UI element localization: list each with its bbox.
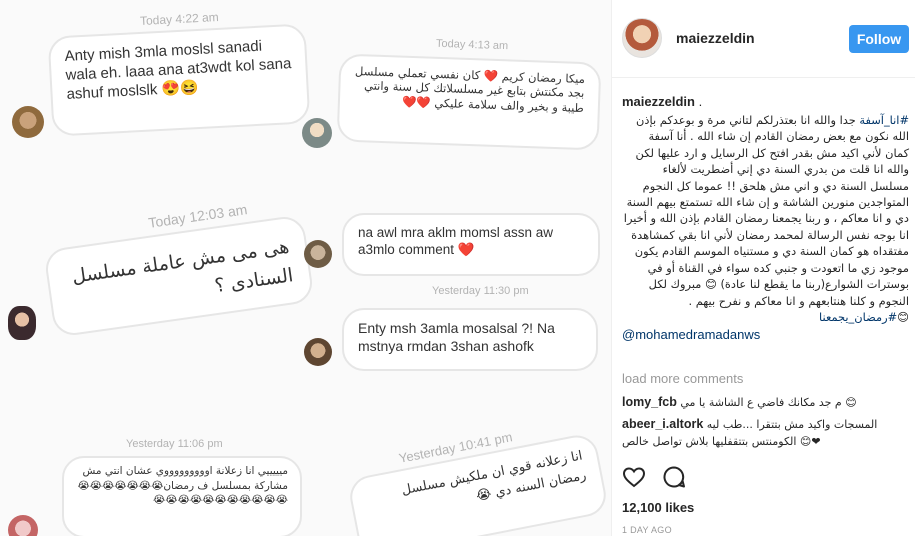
caption-emoji: 😊	[897, 309, 909, 324]
message-bubble: Enty msh 3amla mosalsal ?! Na mstnya rmd…	[342, 308, 598, 371]
post-timestamp[interactable]: 1 DAY AGO	[622, 525, 672, 535]
caption-body: جدا والله انا بعتذرلكم لتاني مرة و بوعدك…	[623, 112, 909, 308]
message-timestamp: Yesterday 11:30 pm	[432, 285, 529, 297]
sender-avatar	[302, 118, 332, 148]
message-bubble: ميييييي انا زعلانة اوووووووووي عشان انتي…	[62, 456, 302, 536]
post-sidebar: maiezzeldin Follow maiezzeldin . #انا_آس…	[612, 0, 915, 536]
hashtag-link[interactable]: #انا_آسفة	[859, 113, 909, 127]
sender-avatar	[12, 106, 44, 138]
message-bubble: Anty mish 3mla moslsl sanadi wala eh. la…	[47, 23, 311, 137]
profile-avatar[interactable]	[622, 18, 662, 58]
comment-username[interactable]: lomy_fcb	[622, 395, 677, 409]
comment-text: م جد مكانك فاضي ع الشاشة يا مي 😊	[680, 396, 857, 409]
hashtag-link[interactable]: #رمضان_يجمعنا	[819, 310, 897, 324]
post-header: maiezzeldin Follow	[612, 0, 915, 78]
follow-button[interactable]: Follow	[849, 25, 909, 53]
comment: lomy_fcb م جد مكانك فاضي ع الشاشة يا مي …	[622, 394, 909, 411]
likes-count[interactable]: 12,100 likes	[622, 500, 694, 515]
load-more-comments-link[interactable]: load more comments	[622, 371, 743, 386]
sender-avatar	[304, 338, 332, 366]
caption-author[interactable]: maiezzeldin	[622, 94, 695, 109]
message-timestamp: Today 4:13 am	[435, 37, 509, 53]
comment: abeer_i.altork المسجات واكيد مش بتتقرا .…	[622, 416, 909, 450]
message-bubble: ميكا رمضان كريم ❤️ كان نفسي تعملي مسلسل …	[336, 53, 602, 151]
heart-icon[interactable]	[622, 465, 646, 489]
sender-avatar	[8, 306, 36, 340]
message-timestamp: Today 4:22 am	[139, 9, 220, 29]
message-timestamp: Yesterday 11:06 pm	[126, 438, 223, 450]
header-username[interactable]: maiezzeldin	[676, 30, 755, 46]
instagram-post-view: Today 4:22 am Anty mish 3mla moslsl sana…	[0, 0, 915, 536]
message-bubble: هى مى مش عاملة مسلسل السنادى ؟	[43, 214, 315, 338]
message-bubble: na awl mra aklm momsl assn aw a3mlo comm…	[342, 213, 600, 276]
post-caption: maiezzeldin . #انا_آسفة جدا والله انا بع…	[622, 94, 909, 343]
sender-avatar	[8, 515, 38, 536]
caption-text: #انا_آسفة جدا والله انا بعتذرلكم لتاني م…	[622, 112, 909, 325]
comment-username[interactable]: abeer_i.altork	[622, 417, 703, 431]
post-image-collage: Today 4:22 am Anty mish 3mla moslsl sana…	[0, 0, 612, 536]
mention-link[interactable]: @mohamedramadanws	[622, 327, 909, 343]
speech-bubble-icon[interactable]	[662, 465, 686, 489]
sender-avatar	[304, 240, 332, 268]
